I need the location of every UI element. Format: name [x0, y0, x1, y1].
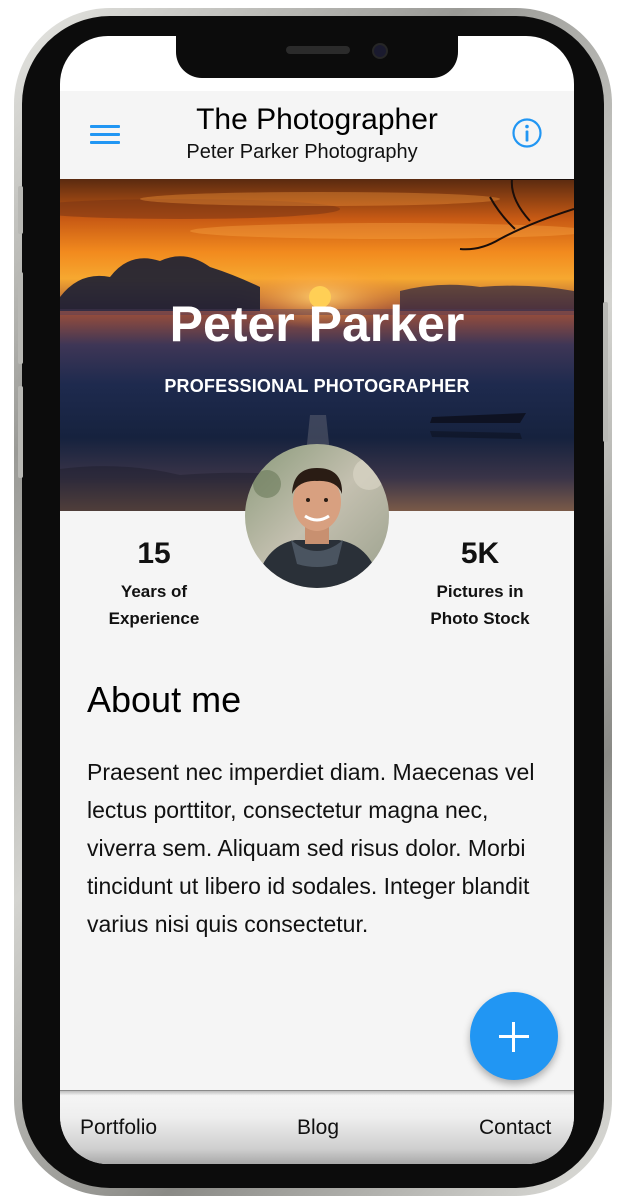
stat-pictures-stock: 5K Pictures in Photo Stock	[395, 537, 565, 632]
stat-label-line2: Photo Stock	[430, 609, 530, 628]
profile-avatar	[245, 444, 389, 588]
app-header: The Photographer Peter Parker Photograph…	[60, 91, 574, 179]
front-camera	[372, 43, 388, 59]
phone-power-button	[603, 302, 608, 442]
hero-role: PROFESSIONAL PHOTOGRAPHER	[164, 376, 470, 396]
app-content: The Photographer Peter Parker Photograph…	[60, 91, 574, 1164]
stat-label: Years of Experience	[69, 578, 239, 632]
speaker-grille	[286, 46, 350, 54]
stat-value: 5K	[460, 537, 500, 570]
nav-portfolio[interactable]: Portfolio	[80, 1116, 157, 1140]
about-paragraph: Praesent nec imperdiet diam. Maecenas ve…	[87, 759, 535, 937]
info-circle-icon[interactable]	[512, 118, 542, 148]
phone-volume-up-button	[18, 272, 23, 364]
stat-label-line2: Experience	[108, 609, 200, 628]
hero-name: Peter Parker	[169, 296, 465, 352]
phone-screen: The Photographer Peter Parker Photograph…	[60, 36, 574, 1164]
app-subtitle: Peter Parker Photography	[186, 141, 418, 163]
about-heading: About me	[87, 679, 242, 720]
stat-label-line1: Years of	[120, 582, 188, 601]
phone-mute-switch	[18, 186, 23, 234]
nav-blog[interactable]: Blog	[297, 1116, 339, 1140]
add-button[interactable]	[470, 992, 558, 1080]
phone-volume-down-button	[18, 386, 23, 478]
stat-value: 15	[137, 537, 171, 570]
stat-years-experience: 15 Years of Experience	[69, 537, 239, 632]
stat-label: Pictures in Photo Stock	[395, 578, 565, 632]
phone-notch	[176, 36, 458, 78]
bottom-navigation: Portfolio Blog Contact	[60, 1090, 574, 1164]
stat-label-line1: Pictures in	[436, 582, 524, 601]
app-title: The Photographer	[196, 103, 438, 136]
nav-contact[interactable]: Contact	[479, 1116, 551, 1140]
